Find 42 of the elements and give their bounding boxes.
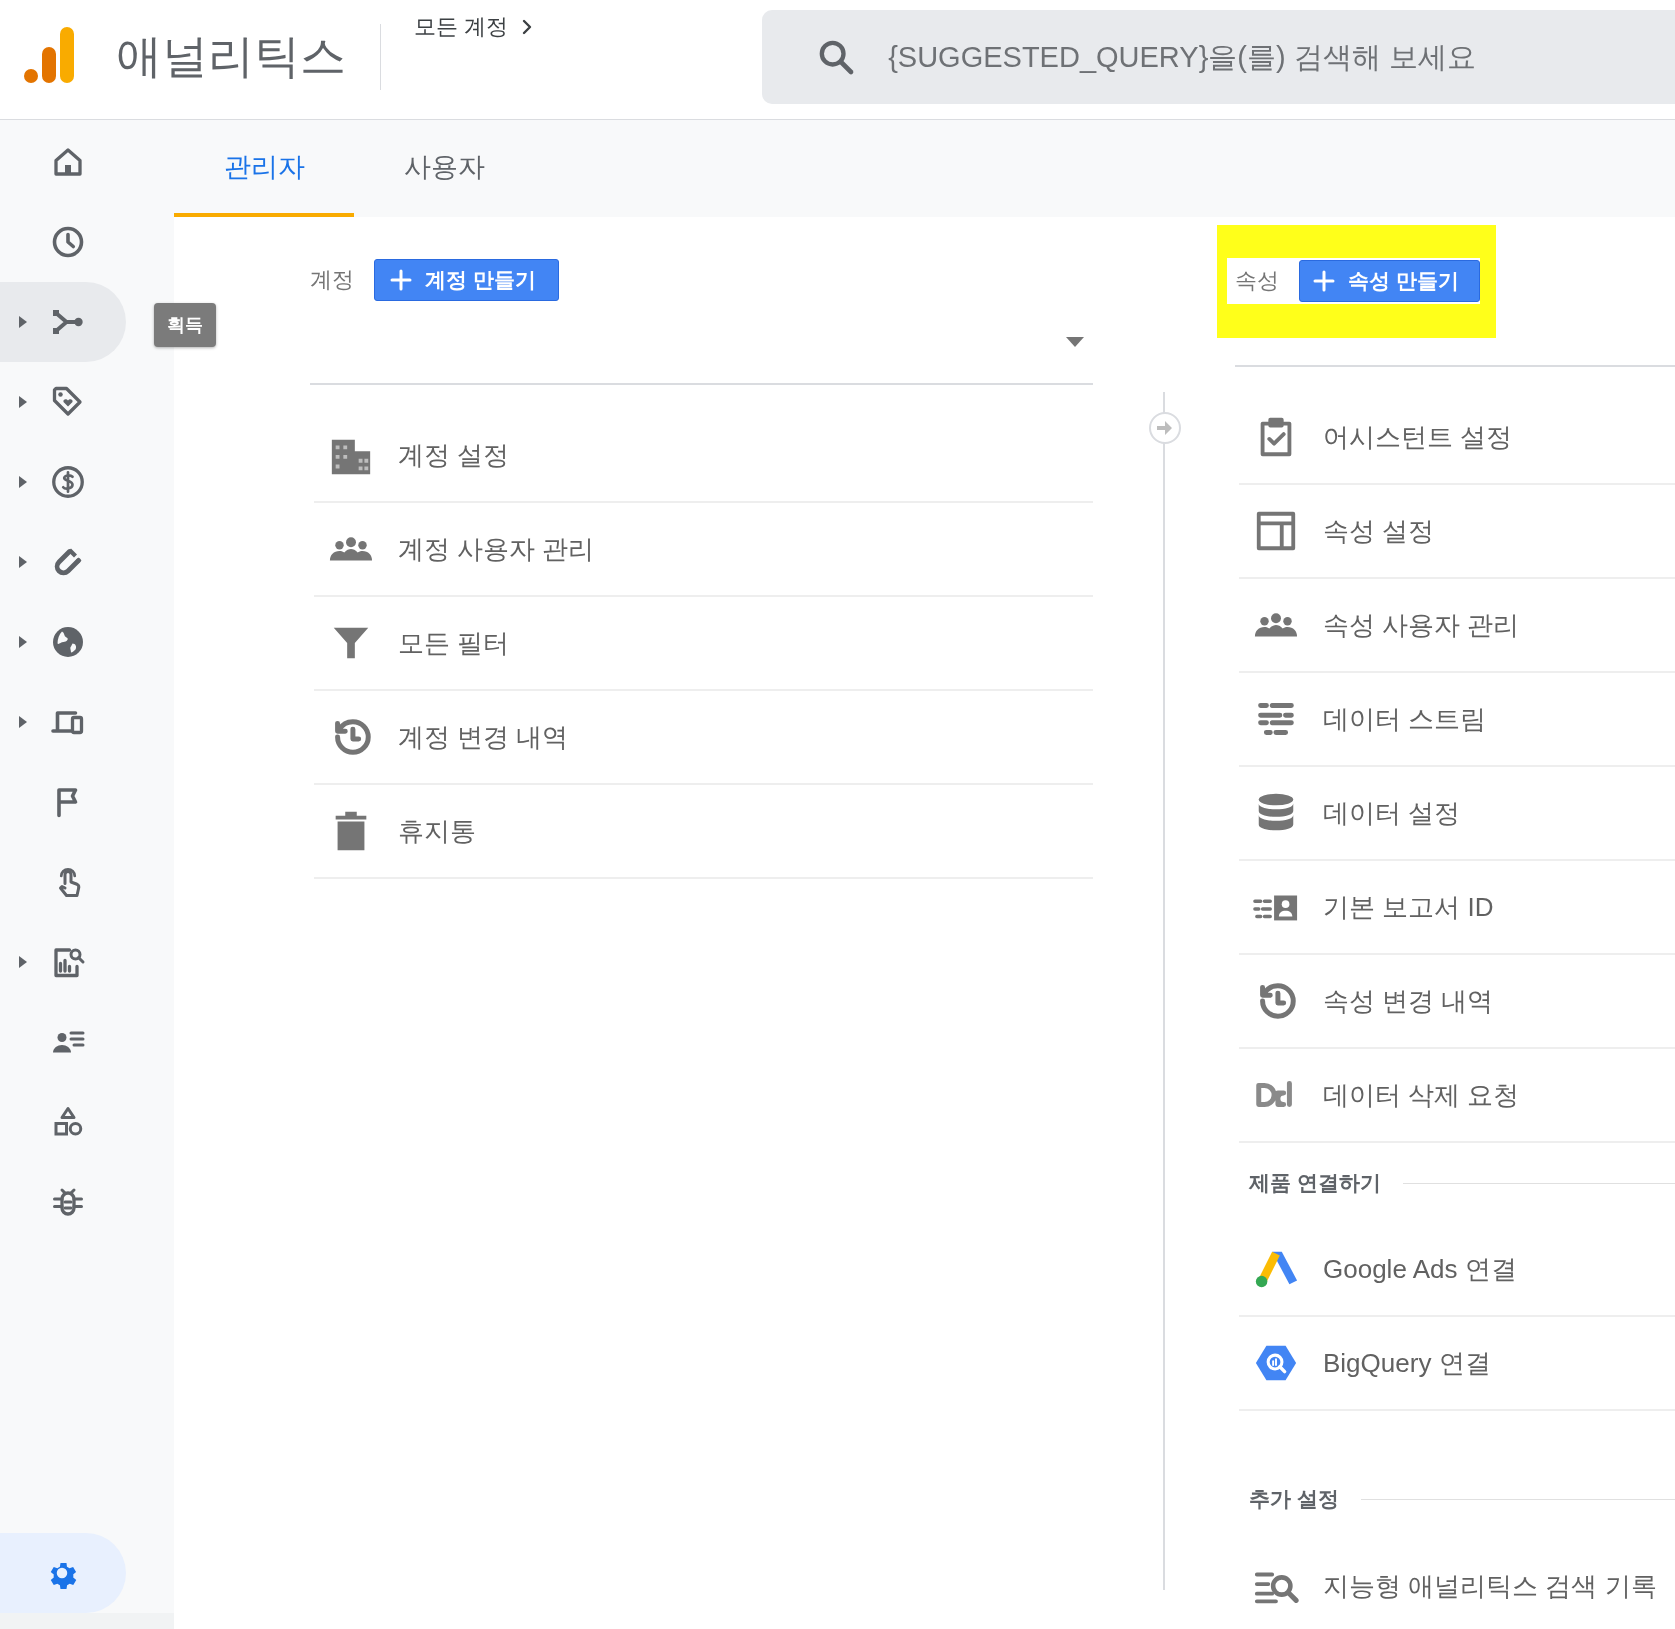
section-title: 제품 연결하기	[1249, 1170, 1381, 1196]
menu-item[interactable]: 계정 변경 내역	[314, 691, 1093, 785]
menu-item[interactable]: 데이터 삭제 요청	[1239, 1049, 1675, 1143]
caret-icon	[18, 715, 28, 729]
create-button[interactable]: 계정 만들기	[374, 259, 559, 301]
menu-item[interactable]: 기본 보고서 ID	[1239, 861, 1675, 955]
menu-item[interactable]: 속성 설정	[1239, 485, 1675, 579]
menu-item[interactable]: 데이터 설정	[1239, 767, 1675, 861]
dollar-icon	[50, 464, 86, 500]
app-title: 애널리틱스	[116, 29, 346, 84]
menu-item[interactable]: 휴지통	[314, 785, 1093, 879]
create-button[interactable]: 속성 만들기	[1299, 260, 1480, 302]
globe-icon	[50, 624, 86, 660]
menu-item[interactable]: 지능형 애널리틱스 검색 기록	[1239, 1539, 1675, 1629]
section-title: 추가 설정	[1249, 1486, 1339, 1512]
tooltip: 획득	[154, 303, 216, 347]
menu-item[interactable]: 속성 변경 내역	[1239, 955, 1675, 1049]
plus-icon	[1312, 269, 1336, 293]
menu-item[interactable]: 계정 사용자 관리	[314, 503, 1093, 597]
menu-item[interactable]: 데이터 스트림	[1239, 673, 1675, 767]
menu-item[interactable]: 어시스턴트 설정	[1239, 391, 1675, 485]
caret-icon	[18, 955, 28, 969]
nav-item[interactable]	[0, 282, 126, 362]
dropdown-caret-icon	[1065, 336, 1085, 348]
search-field[interactable]: {SUGGESTED_QUERY}을(를) 검색해 보세요	[762, 10, 1675, 104]
caret-icon	[18, 635, 28, 649]
caret-icon	[18, 315, 28, 329]
column-label: 계정	[310, 266, 354, 294]
menu-item[interactable]: 모든 필터	[314, 597, 1093, 691]
menu-item[interactable]: 속성 사용자 관리	[1239, 579, 1675, 673]
caret-icon	[18, 555, 28, 569]
menu-item[interactable]: 계정 설정	[314, 409, 1093, 503]
tab[interactable]: 사용자	[354, 120, 534, 217]
settings-nav-item[interactable]	[0, 1533, 126, 1613]
menu-item[interactable]: Google Ads 연결	[1239, 1223, 1675, 1317]
menu-item[interactable]: BigQuery 연결	[1239, 1317, 1675, 1411]
breadcrumb-link[interactable]: 모든 계정	[414, 12, 509, 42]
caret-icon	[18, 395, 28, 409]
column-label: 속성	[1235, 267, 1279, 295]
clock-icon	[50, 224, 86, 260]
caret-icon	[18, 475, 28, 489]
plus-icon	[389, 268, 413, 292]
